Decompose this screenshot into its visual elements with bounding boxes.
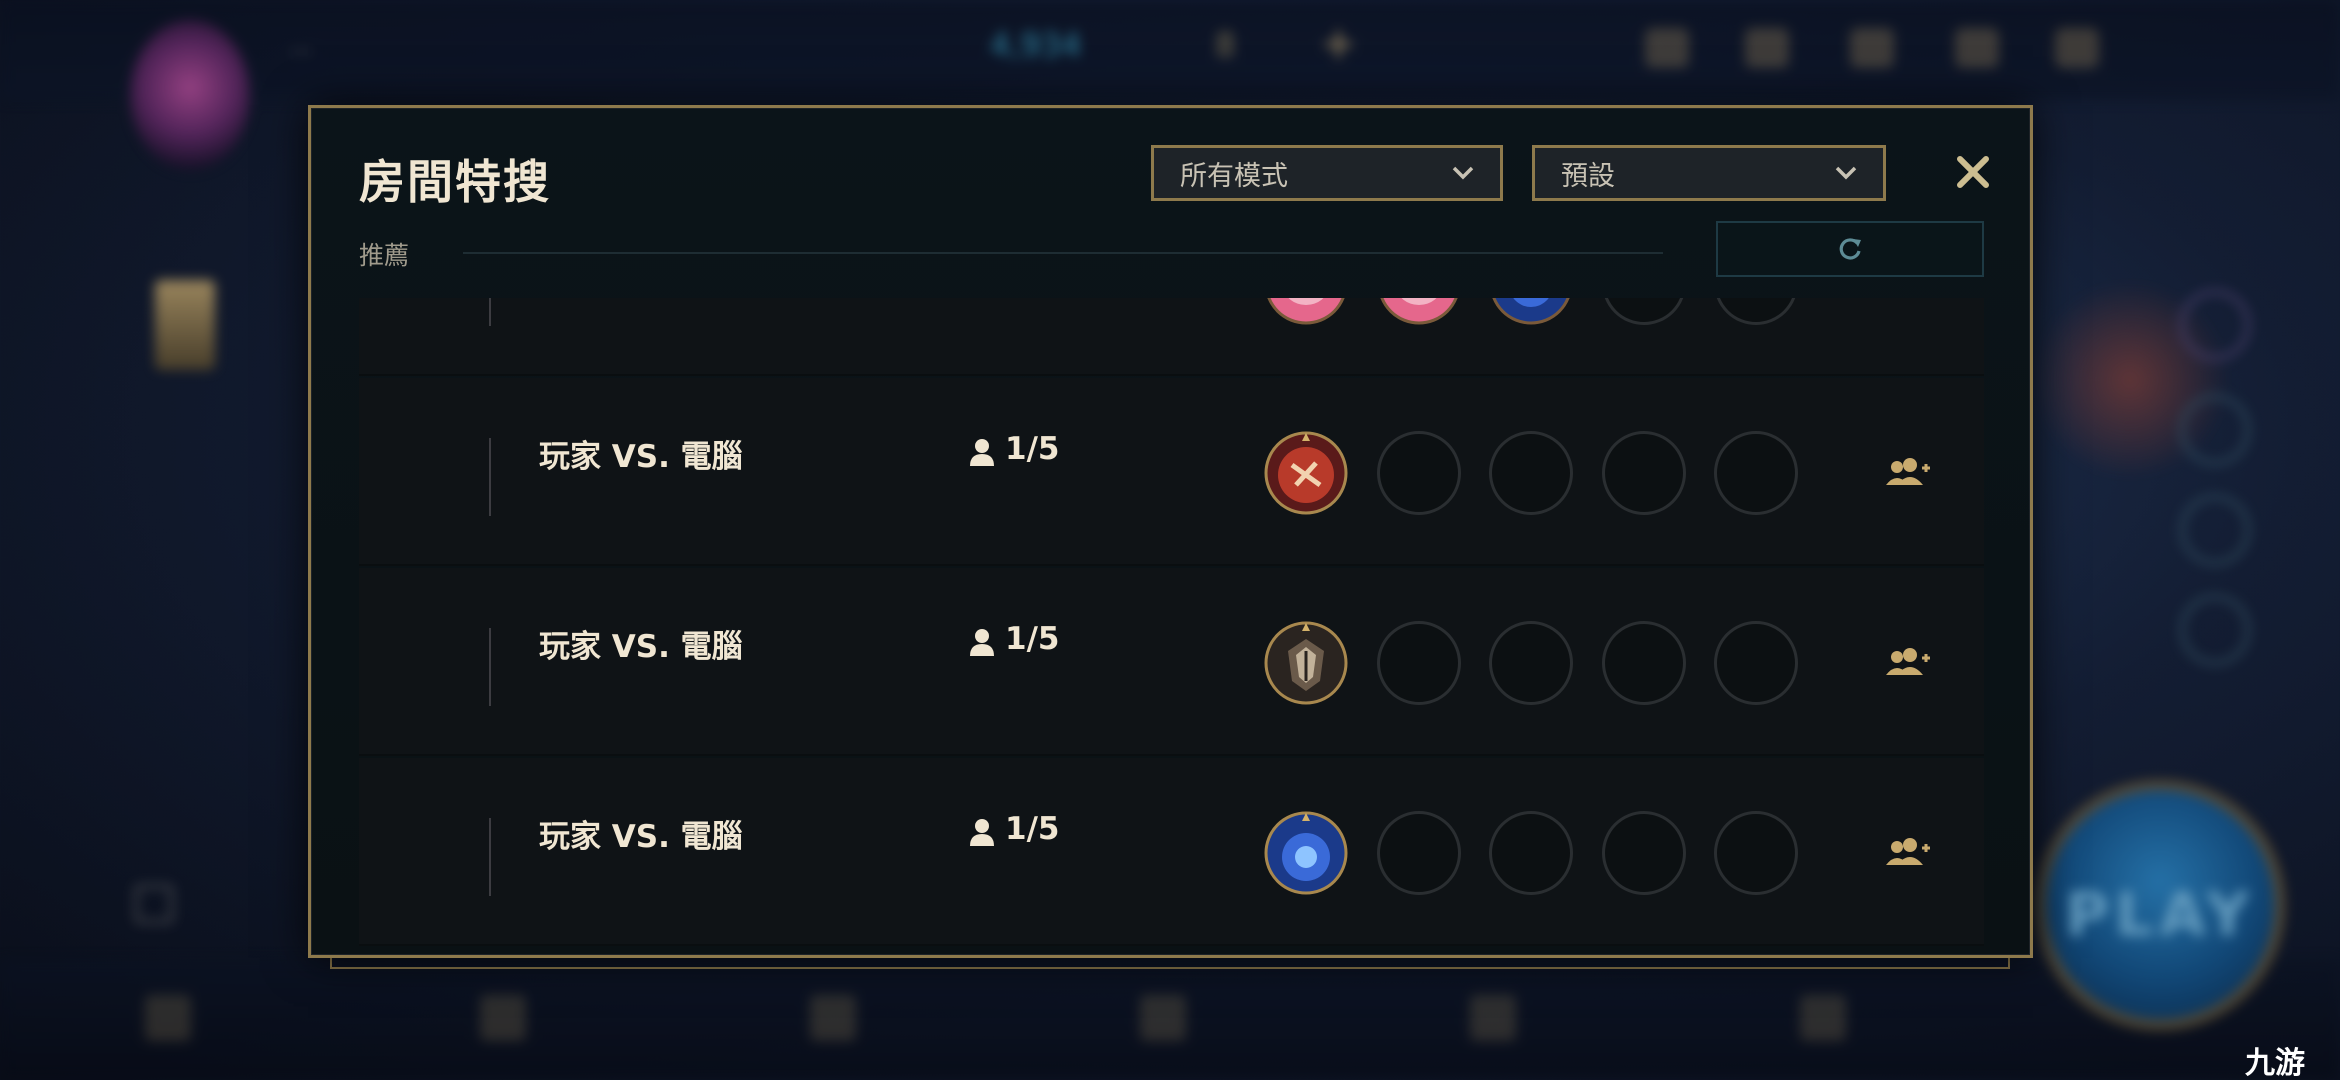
row-divider <box>489 818 491 896</box>
room-mode: 玩家 VS. 電腦 <box>539 819 743 855</box>
refresh-icon <box>1839 238 1861 260</box>
nav-loot-icon[interactable] <box>1800 995 1846 1041</box>
empty-slot <box>1602 811 1686 895</box>
player-level: ··· <box>290 38 313 66</box>
join-room-icon[interactable] <box>1884 837 1930 869</box>
person-icon <box>970 439 994 466</box>
empty-slot <box>1377 811 1461 895</box>
friend-avatar[interactable] <box>2180 595 2250 665</box>
empty-slot <box>1602 621 1686 705</box>
sort-filter-value: 預設 <box>1561 160 1615 192</box>
join-room-icon[interactable] <box>1884 457 1930 489</box>
empty-slot <box>1602 431 1686 515</box>
blue-essence-count: 4,934 <box>990 26 1082 64</box>
friend-avatar[interactable] <box>2180 395 2250 465</box>
blue-emblem-icon <box>1492 298 1570 325</box>
sort-filter-dropdown[interactable]: 預設 <box>1532 145 1886 201</box>
row-divider <box>489 438 491 516</box>
add-currency-icon[interactable]: + <box>1320 18 1357 69</box>
participant-slot <box>1264 298 1348 325</box>
room-row[interactable]: 玩家 VS. 電腦 1/5 <box>359 568 1984 756</box>
player-count: 1/5 <box>1005 431 1060 467</box>
empty-slot <box>1377 431 1461 515</box>
blue-emblem-icon <box>1264 811 1348 895</box>
empty-slot <box>1714 811 1798 895</box>
missions-icon[interactable] <box>1645 28 1689 68</box>
player-count: 1/5 <box>1005 811 1060 847</box>
participant-slot <box>1264 431 1348 515</box>
armor-emblem-icon <box>1264 621 1348 705</box>
chevron-down-icon <box>1452 166 1474 180</box>
friend-avatar[interactable] <box>2180 495 2250 565</box>
person-icon <box>970 819 994 846</box>
side-menu-icon[interactable] <box>135 885 173 923</box>
mail-icon[interactable] <box>1955 28 1999 68</box>
room-mode: 玩家 VS. 電腦 <box>539 439 743 475</box>
poro-avatar-icon <box>1267 298 1345 325</box>
poro-avatar-icon <box>1380 298 1458 325</box>
room-search-modal: 房間特搜 所有模式 預設 推薦 玩家 VS. 電腦 1/5 玩家 VS. 電腦 … <box>308 105 2033 958</box>
room-list: 玩家 VS. 電腦 1/5 玩家 VS. 電腦 1/5 玩家 VS. 電腦 1/… <box>359 298 1984 955</box>
empty-slot <box>1377 621 1461 705</box>
row-divider <box>489 298 491 326</box>
chest-icon[interactable] <box>155 280 215 370</box>
empty-slot <box>1489 621 1573 705</box>
nav-store-icon[interactable] <box>1470 995 1516 1041</box>
store-icon[interactable] <box>1745 28 1789 68</box>
empty-slot <box>1714 298 1798 325</box>
empty-slot <box>1489 431 1573 515</box>
friend-avatar[interactable] <box>2180 290 2250 360</box>
participant-slot <box>1377 298 1461 325</box>
mode-filter-dropdown[interactable]: 所有模式 <box>1151 145 1503 201</box>
close-icon[interactable] <box>1951 150 1995 194</box>
row-divider <box>489 628 491 706</box>
watermark-logo: 九游 <box>2245 1046 2305 1080</box>
chevron-down-icon <box>1835 166 1857 180</box>
room-row[interactable]: 玩家 VS. 電腦 1/5 <box>359 378 1984 566</box>
profile-avatar[interactable] <box>130 20 250 170</box>
friends-icon[interactable] <box>2055 28 2099 68</box>
empty-slot <box>1714 621 1798 705</box>
mode-filter-value: 所有模式 <box>1180 160 1288 192</box>
modal-bottom-edge <box>330 957 2010 969</box>
join-room-icon[interactable] <box>1884 647 1930 679</box>
nav-profile-icon[interactable] <box>480 995 526 1041</box>
participant-slot <box>1489 298 1573 325</box>
nav-champions-icon[interactable] <box>810 995 856 1041</box>
empty-slot <box>1602 298 1686 325</box>
modal-title: 房間特搜 <box>359 155 551 209</box>
empty-slot <box>1489 811 1573 895</box>
participant-slot <box>1264 621 1348 705</box>
room-mode: 玩家 VS. 電腦 <box>539 629 743 665</box>
empty-slot <box>1714 431 1798 515</box>
refresh-button[interactable] <box>1716 221 1984 277</box>
room-row[interactable]: 玩家 VS. 電腦 1/5 <box>359 758 1984 946</box>
player-count: 1/5 <box>1005 621 1060 657</box>
room-row[interactable] <box>359 298 1984 376</box>
join-room-icon[interactable] <box>1884 298 1930 299</box>
nav-home-icon[interactable] <box>145 995 191 1041</box>
participant-slot <box>1264 811 1348 895</box>
nav-collection-icon[interactable] <box>1140 995 1186 1041</box>
play-button-label: PLAY <box>2065 880 2256 950</box>
collection-icon[interactable] <box>1850 28 1894 68</box>
riot-points-count: 8 <box>1215 26 1236 64</box>
recommended-label: 推薦 <box>359 241 410 270</box>
person-icon <box>970 629 994 656</box>
divider <box>463 252 1663 254</box>
red-emblem-icon <box>1264 431 1348 515</box>
